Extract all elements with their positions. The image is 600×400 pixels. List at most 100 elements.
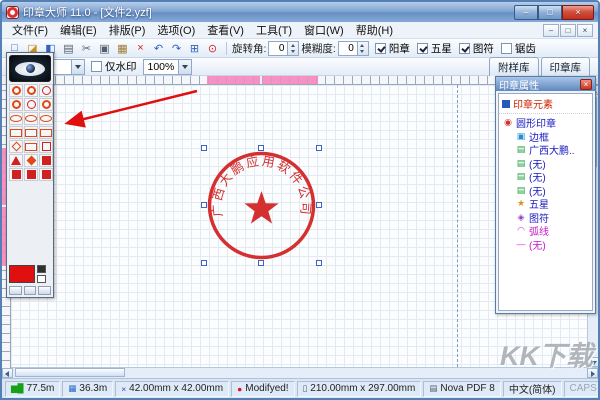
oval-seal-icon[interactable] xyxy=(24,112,38,125)
selection-handle-se[interactable] xyxy=(316,260,322,266)
selection-handle-e[interactable] xyxy=(316,202,322,208)
center-mark-icon[interactable]: ⊙ xyxy=(204,40,221,56)
white-color-swatch[interactable] xyxy=(37,275,46,283)
mdi-minimize-button[interactable]: – xyxy=(543,24,559,37)
menu-item[interactable]: 工具(T) xyxy=(251,21,297,39)
round-seal-icon[interactable] xyxy=(39,98,53,111)
tree-item[interactable]: ◠ 弧线 xyxy=(501,224,590,238)
current-color-swatch[interactable] xyxy=(9,265,35,283)
round-seal-icon[interactable] xyxy=(24,84,38,97)
toolbar-checkbox[interactable]: 阳章 xyxy=(375,41,410,56)
rect-seal-icon[interactable] xyxy=(9,126,23,139)
selection-handle-ne[interactable] xyxy=(316,145,322,151)
redo-icon[interactable]: ↷ xyxy=(168,40,185,56)
scroll-left-icon[interactable] xyxy=(2,368,13,378)
square-solid-icon[interactable] xyxy=(39,168,53,181)
square-solid-icon[interactable] xyxy=(39,154,53,167)
palette-spacer xyxy=(9,181,51,265)
paste-icon[interactable]: ▦ xyxy=(114,40,131,56)
tree-item[interactable]: ▤ (无) xyxy=(501,184,590,198)
rect-seal-icon[interactable] xyxy=(39,126,53,139)
cut-icon[interactable]: ✂ xyxy=(78,40,95,56)
menu-item[interactable]: 帮助(H) xyxy=(351,21,398,39)
round-seal-icon[interactable] xyxy=(9,98,23,111)
library-tab-button[interactable]: 附样库 xyxy=(489,57,539,76)
maximize-button[interactable]: □ xyxy=(538,5,562,20)
print-icon[interactable]: ▤ xyxy=(60,40,77,56)
chevron-down-icon[interactable] xyxy=(71,60,84,74)
delete-icon[interactable]: × xyxy=(132,40,149,56)
rect-seal-icon[interactable] xyxy=(24,140,38,153)
seal-object[interactable]: 广西大鹏应用软件公司 xyxy=(204,148,319,263)
rotate-value[interactable]: 0 xyxy=(269,42,287,55)
scroll-track[interactable] xyxy=(13,368,587,378)
black-color-swatch[interactable] xyxy=(37,265,46,273)
menu-item[interactable]: 排版(P) xyxy=(104,21,151,39)
menu-item[interactable]: 文件(F) xyxy=(7,21,53,39)
horizontal-scrollbar[interactable] xyxy=(2,367,598,378)
blur-value[interactable]: 0 xyxy=(339,42,357,55)
printer-indicator: ▤ Nova PDF 8 xyxy=(423,381,501,397)
menu-item[interactable]: 窗口(W) xyxy=(299,21,349,39)
oval-seal-icon[interactable] xyxy=(9,112,23,125)
tree-root-header[interactable]: 印章元素 xyxy=(499,94,592,114)
close-button[interactable]: × xyxy=(562,5,594,20)
tree-item[interactable]: ◈ 图符 xyxy=(501,211,590,225)
scroll-thumb[interactable] xyxy=(15,368,125,377)
properties-title-bar[interactable]: 印章属性 × xyxy=(496,77,595,91)
scroll-down-icon[interactable] xyxy=(588,357,599,367)
diamond-solid-icon[interactable] xyxy=(24,154,38,167)
swatch-column xyxy=(37,265,46,283)
selection-handle-w[interactable] xyxy=(201,202,207,208)
ring-seal-icon[interactable] xyxy=(39,84,53,97)
tree-item[interactable]: — (无) xyxy=(501,238,590,252)
input-language[interactable]: 中文(简体) xyxy=(503,381,562,397)
tree-item[interactable]: ▤ (无) xyxy=(501,170,590,184)
library-tab-button[interactable]: 印章库 xyxy=(541,57,591,76)
tree-item[interactable]: ★ 五星 xyxy=(501,197,590,211)
toolbar-checkbox[interactable]: 锯齿 xyxy=(501,41,536,56)
toolbar-checkbox[interactable]: 图符 xyxy=(459,41,494,56)
selection-handle-sw[interactable] xyxy=(201,260,207,266)
mdi-restore-button[interactable]: □ xyxy=(560,24,576,37)
tree-item[interactable]: ◉ 圆形印章 xyxy=(501,116,590,130)
zoom-select[interactable]: 100% xyxy=(143,59,193,75)
copy-icon[interactable]: ▣ xyxy=(96,40,113,56)
menu-item[interactable]: 编辑(E) xyxy=(55,21,102,39)
selection-handle-s[interactable] xyxy=(258,260,264,266)
spin-down-icon[interactable] xyxy=(358,48,368,55)
square-solid-icon[interactable] xyxy=(9,168,23,181)
square-solid-icon[interactable] xyxy=(24,168,38,181)
spin-down-icon[interactable] xyxy=(288,48,298,55)
toolbar-checkbox[interactable]: 五星 xyxy=(417,41,452,56)
mdi-close-button[interactable]: × xyxy=(577,24,593,37)
tree-item[interactable]: ▤ (无) xyxy=(501,157,590,171)
status-text: 36.3m xyxy=(79,383,107,394)
panel-close-button[interactable]: × xyxy=(580,79,592,90)
selection-handle-n[interactable] xyxy=(258,145,264,151)
tree-item[interactable]: ▣ 边框 xyxy=(501,130,590,144)
properties-body: 印章元素 ◉ 圆形印章 ▣ 边框 xyxy=(498,93,593,311)
palette-footer-button[interactable] xyxy=(9,286,22,295)
palette-footer-button[interactable] xyxy=(38,286,51,295)
grid-icon[interactable]: ⊞ xyxy=(186,40,203,56)
ring-seal-icon[interactable] xyxy=(24,98,38,111)
rect-seal-icon[interactable] xyxy=(24,126,38,139)
minimize-button[interactable]: – xyxy=(514,5,538,20)
undo-icon[interactable]: ↶ xyxy=(150,40,167,56)
chevron-down-icon[interactable] xyxy=(178,60,191,74)
selection-handle-nw[interactable] xyxy=(201,145,207,151)
oval-seal-icon[interactable] xyxy=(39,112,53,125)
round-seal-icon[interactable] xyxy=(9,84,23,97)
palette-footer-button[interactable] xyxy=(24,286,37,295)
menu-item[interactable]: 选项(O) xyxy=(152,21,200,39)
triangle-seal-icon[interactable] xyxy=(9,154,23,167)
rotate-spinner[interactable]: 0 xyxy=(268,41,299,56)
square-seal-icon[interactable] xyxy=(39,140,53,153)
menu-item[interactable]: 查看(V) xyxy=(202,21,249,39)
blur-spinner[interactable]: 0 xyxy=(338,41,369,56)
diamond-seal-icon[interactable] xyxy=(9,140,23,153)
watermark-checkbox[interactable]: 仅水印 xyxy=(91,59,137,74)
scroll-right-icon[interactable] xyxy=(587,368,598,378)
tree-item[interactable]: ▤ 广西大鹏.. xyxy=(501,143,590,157)
